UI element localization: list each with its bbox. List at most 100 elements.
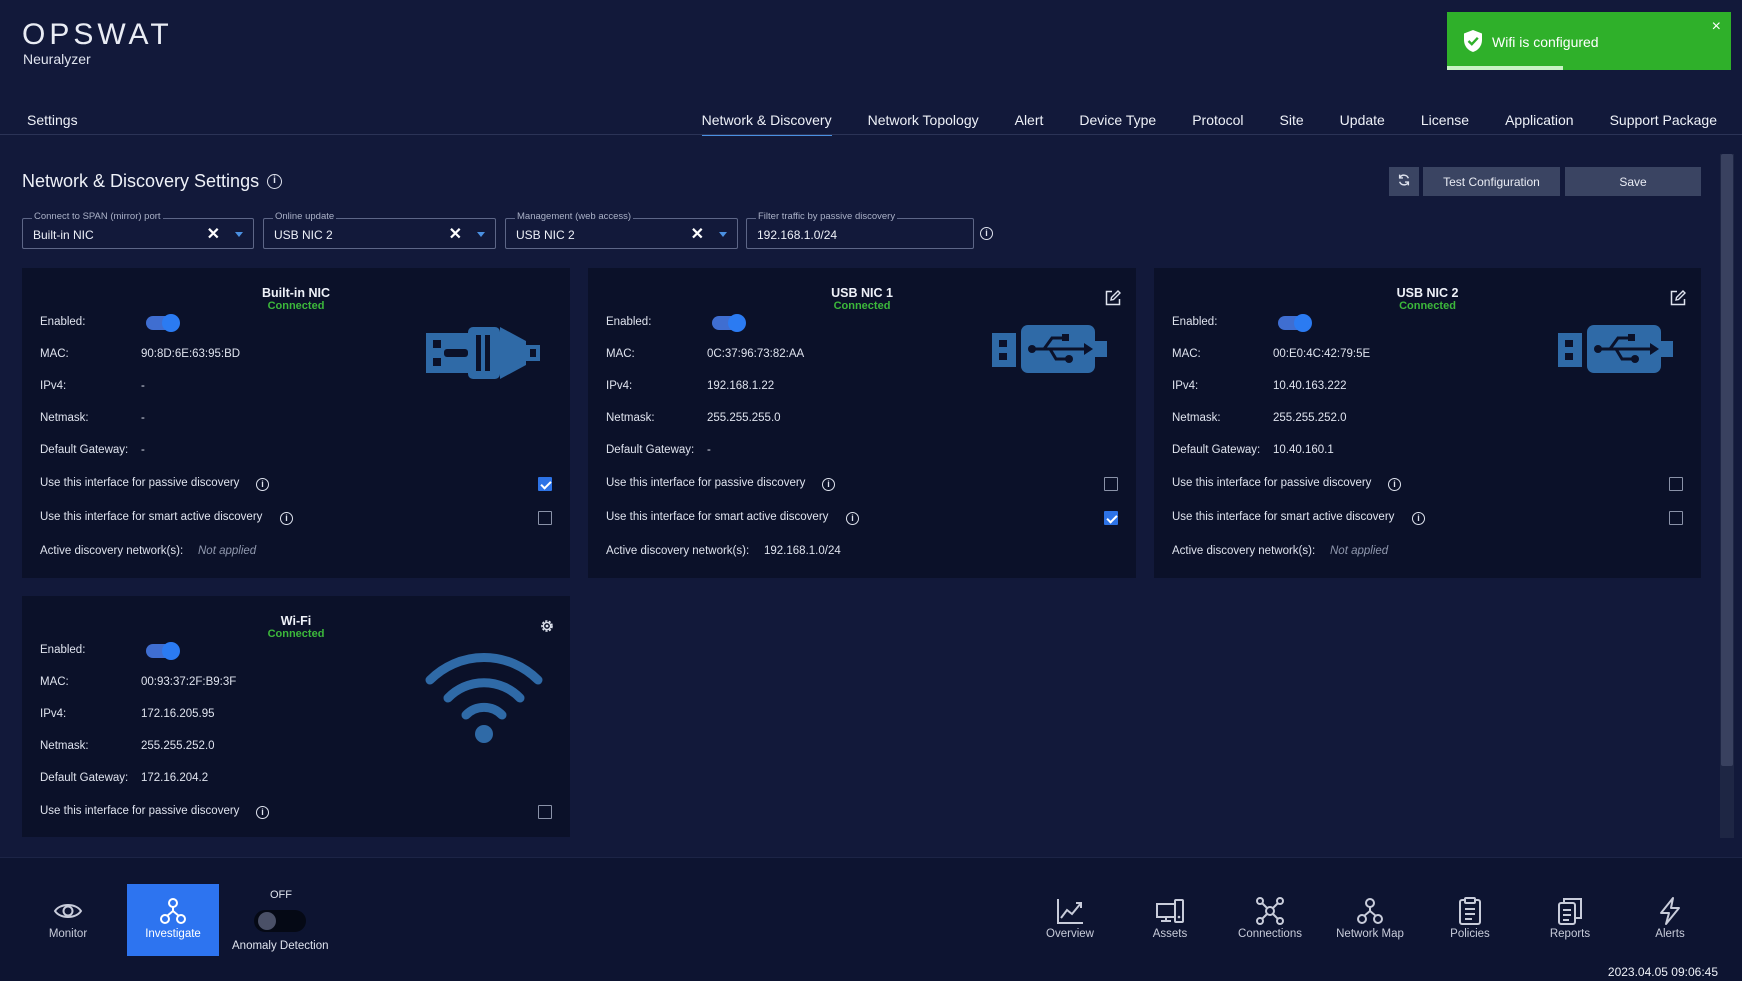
nav-reports[interactable]: Reports	[1524, 884, 1616, 956]
nav-monitor[interactable]: Monitor	[22, 884, 114, 956]
field-value: USB NIC 2	[274, 228, 333, 242]
nav-overview[interactable]: Overview	[1024, 884, 1116, 956]
clipboard-icon	[1459, 897, 1481, 925]
timestamp: 2023.04.05 09:06:45	[1607, 965, 1718, 979]
shield-check-icon	[1464, 30, 1482, 52]
anomaly-detection-label: Anomaly Detection	[232, 940, 329, 952]
toast-notification: Wifi is configured ×	[1447, 12, 1731, 70]
tab-network-topology[interactable]: Network Topology	[868, 104, 979, 136]
span-port-select[interactable]: Connect to SPAN (mirror) port Built-in N…	[22, 211, 254, 249]
nav-network-map[interactable]: Network Map	[1324, 884, 1416, 956]
netmask-label: Netmask:	[606, 412, 655, 424]
edit-icon[interactable]	[1104, 289, 1122, 307]
networks-value: 192.168.1.0/24	[764, 545, 841, 557]
mac-label: MAC:	[606, 348, 635, 360]
passive-discovery-label: Use this interface for passive discovery	[40, 805, 240, 817]
netmask-label: Netmask:	[40, 412, 89, 424]
passive-discovery-checkbox[interactable]	[538, 477, 552, 491]
smart-discovery-checkbox[interactable]	[1104, 511, 1118, 525]
tab-device-type[interactable]: Device Type	[1079, 104, 1156, 136]
chevron-down-icon[interactable]	[477, 232, 485, 237]
edit-icon[interactable]	[1669, 289, 1687, 307]
refresh-button[interactable]	[1389, 167, 1419, 196]
networks-label: Active discovery network(s):	[40, 545, 184, 557]
enabled-toggle[interactable]	[712, 314, 746, 332]
tab-network-discovery[interactable]: Network & Discovery	[701, 104, 832, 136]
enabled-label: Enabled:	[40, 316, 86, 328]
tab-support-package[interactable]: Support Package	[1610, 104, 1717, 136]
info-icon[interactable]: i	[267, 174, 282, 189]
online-update-select[interactable]: Online update USB NIC 2 ✕	[263, 211, 496, 249]
nav-label: Assets	[1152, 928, 1188, 940]
smart-discovery-checkbox[interactable]	[1669, 511, 1683, 525]
info-icon[interactable]: i	[280, 512, 293, 525]
info-icon[interactable]: i	[822, 478, 835, 491]
passive-discovery-checkbox[interactable]	[538, 805, 552, 819]
info-icon[interactable]: i	[256, 478, 269, 491]
anomaly-detection-toggle[interactable]	[254, 910, 306, 932]
passive-discovery-label: Use this interface for passive discovery	[606, 477, 806, 489]
smart-discovery-checkbox[interactable]	[538, 511, 552, 525]
connections-icon	[1256, 897, 1284, 925]
netmask-value: 255.255.255.0	[707, 412, 781, 424]
ipv4-label: IPv4:	[1172, 380, 1199, 392]
field-value: Built-in NIC	[33, 228, 94, 242]
gear-icon[interactable]	[538, 617, 556, 635]
nav-investigate[interactable]: Investigate	[127, 884, 219, 956]
passive-discovery-checkbox[interactable]	[1669, 477, 1683, 491]
nav-assets[interactable]: Assets	[1124, 884, 1216, 956]
close-icon[interactable]: ×	[1712, 18, 1721, 36]
clear-icon[interactable]: ✕	[691, 224, 704, 244]
passive-discovery-label: Use this interface for passive discovery	[1172, 477, 1372, 489]
save-button[interactable]: Save	[1565, 167, 1701, 196]
mac-label: MAC:	[40, 676, 69, 688]
devices-icon	[1156, 899, 1184, 923]
mac-label: MAC:	[1172, 348, 1201, 360]
tab-update[interactable]: Update	[1340, 104, 1385, 136]
card-title: Built-in NIC	[261, 286, 331, 300]
passive-discovery-checkbox[interactable]	[1104, 477, 1118, 491]
tab-site[interactable]: Site	[1280, 104, 1304, 136]
enabled-toggle[interactable]	[1278, 314, 1312, 332]
status-badge: Connected	[833, 300, 891, 312]
card-builtin-nic: Built-in NIC Connected Enabled: MAC: 90:…	[22, 268, 570, 578]
tab-application[interactable]: Application	[1505, 104, 1574, 136]
test-configuration-button[interactable]: Test Configuration	[1423, 167, 1560, 196]
enabled-toggle[interactable]	[146, 314, 180, 332]
nav-connections[interactable]: Connections	[1224, 884, 1316, 956]
tab-license[interactable]: License	[1421, 104, 1469, 136]
toast-message: Wifi is configured	[1492, 34, 1599, 50]
usb-icon	[1558, 325, 1673, 373]
info-icon[interactable]: i	[980, 227, 993, 240]
networks-label: Active discovery network(s):	[606, 545, 750, 557]
nav-label: Policies	[1450, 928, 1490, 940]
info-icon[interactable]: i	[1388, 478, 1401, 491]
clear-icon[interactable]: ✕	[207, 224, 220, 244]
netmask-value: 255.255.252.0	[141, 740, 215, 752]
enabled-toggle[interactable]	[146, 642, 180, 660]
ipv4-label: IPv4:	[606, 380, 633, 392]
toggle-knob	[1294, 314, 1312, 332]
tab-protocol[interactable]: Protocol	[1192, 104, 1243, 136]
filter-traffic-input[interactable]: Filter traffic by passive discovery 192.…	[746, 211, 974, 249]
chevron-down-icon[interactable]	[235, 232, 243, 237]
refresh-icon	[1398, 173, 1410, 186]
info-icon[interactable]: i	[846, 512, 859, 525]
mac-value: 00:E0:4C:42:79:5E	[1273, 348, 1371, 360]
toggle-knob	[162, 314, 180, 332]
info-icon[interactable]: i	[1412, 512, 1425, 525]
enabled-label: Enabled:	[606, 316, 652, 328]
gateway-value: -	[141, 444, 145, 456]
nav-label: Monitor	[48, 928, 88, 940]
toggle-knob	[162, 642, 180, 660]
management-select[interactable]: Management (web access) USB NIC 2 ✕	[505, 211, 738, 249]
scrollbar-thumb[interactable]	[1721, 154, 1733, 766]
clear-icon[interactable]: ✕	[449, 224, 462, 244]
info-icon[interactable]: i	[256, 806, 269, 819]
field-value[interactable]: 192.168.1.0/24	[757, 228, 837, 242]
chevron-down-icon[interactable]	[719, 232, 727, 237]
nav-alerts[interactable]: Alerts	[1624, 884, 1716, 956]
tab-alert[interactable]: Alert	[1015, 104, 1044, 136]
nav-policies[interactable]: Policies	[1424, 884, 1516, 956]
toggle-knob	[728, 314, 746, 332]
